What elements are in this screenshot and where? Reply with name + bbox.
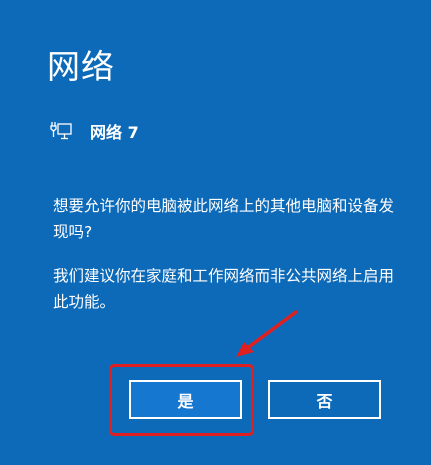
discovery-recommendation: 我们建议你在家庭和工作网络而非公共网络上启用此功能。 <box>53 267 395 311</box>
network-entry: 网络 7 <box>50 117 139 145</box>
ethernet-monitor-icon <box>50 122 72 140</box>
network-name: 网络 7 <box>90 123 139 142</box>
flyout-title: 网络 <box>47 47 115 86</box>
network-flyout: 网络 网络 7 想要允许你的电脑被此网络上的其他电脑和设备发现吗? 我们建议你在… <box>0 0 431 465</box>
no-button[interactable]: 否 <box>268 380 381 419</box>
discovery-question: 想要允许你的电脑被此网络上的其他电脑和设备发现吗? <box>53 197 395 241</box>
yes-button[interactable]: 是 <box>129 380 242 419</box>
